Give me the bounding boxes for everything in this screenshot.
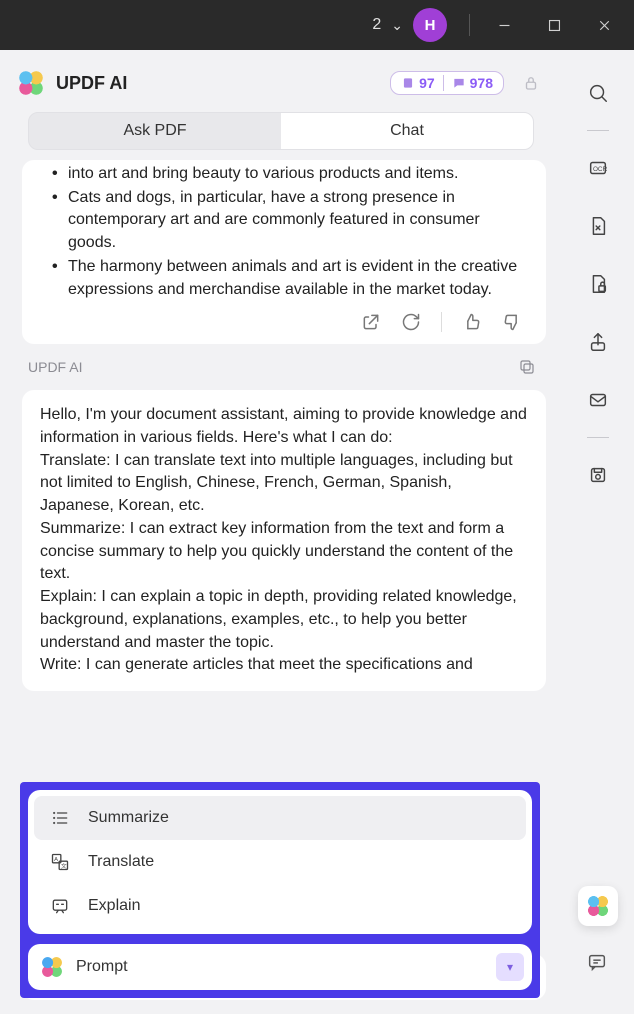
credits-badge[interactable]: 97 978 (390, 71, 504, 95)
chat-scroll: into art and bring beauty to various pro… (0, 150, 562, 722)
quick-options: Summarize A文 Translate Explain (28, 790, 532, 934)
separator (469, 14, 470, 36)
bullet-item: The harmony between animals and art is e… (68, 256, 528, 301)
maximize-button[interactable] (532, 3, 576, 47)
chat-icon (452, 76, 466, 90)
avatar[interactable]: H (413, 8, 447, 42)
app-title: UPDF AI (56, 73, 378, 94)
msg-text: Explain: I can explain a topic in depth,… (40, 586, 528, 654)
open-external-button[interactable] (361, 312, 381, 332)
tab-chat[interactable]: Chat (281, 113, 533, 149)
bullet-item: into art and bring beauty to various pro… (68, 163, 528, 186)
chevron-down-icon[interactable]: ⌄ (391, 17, 403, 34)
floating-ai-button[interactable] (578, 886, 618, 926)
svg-text:文: 文 (61, 862, 67, 870)
thumbs-down-button[interactable] (502, 312, 522, 332)
svg-text:OCR: OCR (593, 166, 608, 173)
close-button[interactable] (582, 3, 626, 47)
save-button[interactable] (577, 454, 619, 496)
assistant-message: into art and bring beauty to various pro… (22, 160, 546, 344)
msg-text: Summarize: I can extract key information… (40, 518, 528, 586)
document-icon (401, 76, 415, 90)
option-explain[interactable]: Explain (34, 884, 526, 928)
right-sidebar: OCR (562, 50, 634, 1014)
credits-docs: 97 (419, 75, 435, 91)
lock-button[interactable] (516, 68, 546, 98)
highlight-box: Summarize A文 Translate Explain Prompt ▾ (20, 782, 540, 998)
msg-text: Translate: I can translate text into mul… (40, 450, 528, 518)
option-label: Summarize (88, 809, 169, 827)
mail-button[interactable] (577, 379, 619, 421)
refresh-button[interactable] (401, 312, 421, 332)
prompt-label: Prompt (76, 958, 482, 976)
explain-icon (50, 896, 70, 916)
convert-button[interactable] (577, 205, 619, 247)
ocr-button[interactable]: OCR (577, 147, 619, 189)
option-summarize[interactable]: Summarize (34, 796, 526, 840)
app-logo-icon (18, 70, 44, 96)
translate-icon: A文 (50, 852, 70, 872)
option-label: Translate (88, 853, 154, 871)
share-button[interactable] (577, 321, 619, 363)
comment-button[interactable] (586, 951, 608, 978)
option-translate[interactable]: A文 Translate (34, 840, 526, 884)
ai-label: UPDF AI (28, 359, 82, 375)
prompt-icon (42, 957, 62, 977)
msg-text: Hello, I'm your document assistant, aimi… (40, 404, 528, 449)
msg-text: Write: I can generate articles that meet… (40, 654, 528, 677)
option-label: Explain (88, 897, 140, 915)
tab-ask-pdf[interactable]: Ask PDF (29, 113, 281, 149)
app-logo-icon (587, 895, 609, 917)
minimize-button[interactable] (482, 3, 526, 47)
titlebar: 2 ⌄ H (0, 0, 634, 50)
protect-button[interactable] (577, 263, 619, 305)
prompt-dropdown[interactable]: ▾ (496, 953, 524, 981)
tabs: Ask PDF Chat (28, 112, 534, 150)
tab-count: 2 (372, 16, 381, 34)
svg-text:A: A (54, 857, 58, 863)
assistant-message: Hello, I'm your document assistant, aimi… (22, 390, 546, 691)
prompt-row[interactable]: Prompt ▾ (28, 944, 532, 990)
search-button[interactable] (577, 72, 619, 114)
credits-msgs: 978 (470, 75, 493, 91)
bullet-item: Cats and dogs, in particular, have a str… (68, 187, 528, 255)
thumbs-up-button[interactable] (462, 312, 482, 332)
list-icon (50, 808, 70, 828)
copy-button[interactable] (518, 358, 536, 376)
